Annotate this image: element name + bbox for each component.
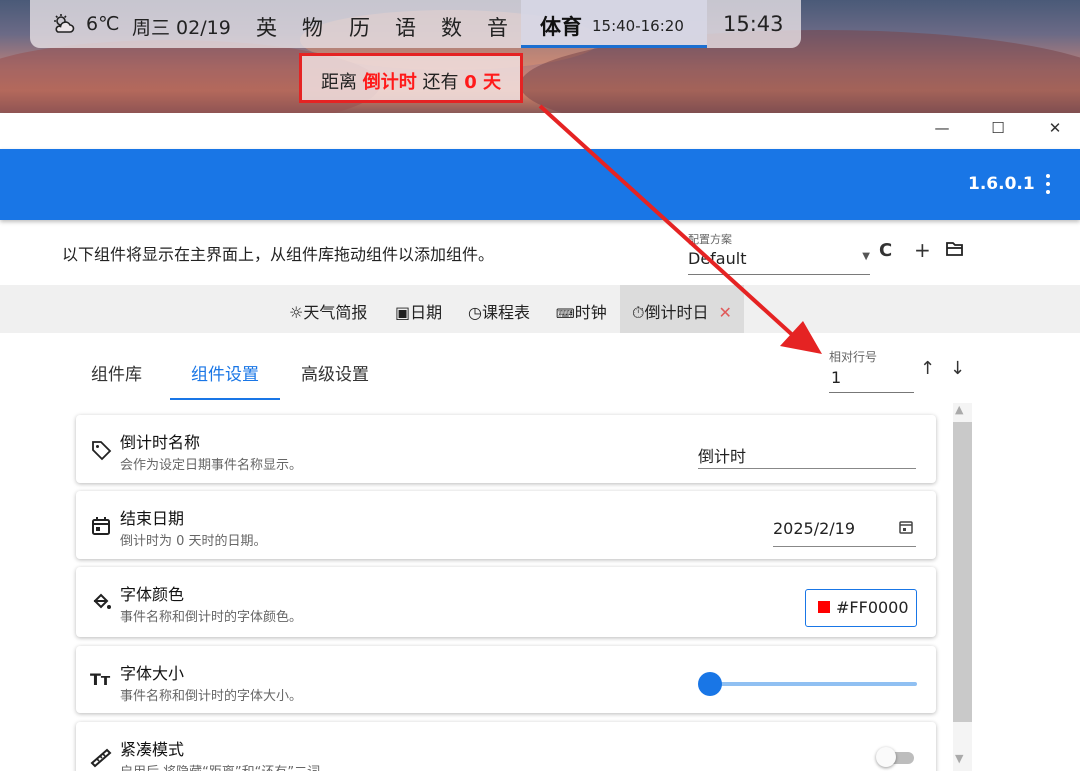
setting-title: 倒计时名称 bbox=[120, 433, 201, 452]
widget-chip-countdown[interactable]: ⏱倒计时日 ✕ bbox=[620, 285, 744, 333]
add-icon[interactable]: + bbox=[914, 238, 931, 262]
chevron-down-icon: ▼ bbox=[862, 251, 870, 262]
widget-chip-label: 课程表 bbox=[481, 303, 530, 322]
countdown-widget: 距离 倒计时 还有 0 天 bbox=[299, 53, 523, 103]
widget-chip-label: 倒计时日 bbox=[644, 303, 709, 322]
folder-icon[interactable] bbox=[946, 241, 964, 257]
calendar-icon[interactable] bbox=[898, 519, 914, 535]
minimize-button[interactable]: — bbox=[927, 119, 957, 143]
compact-mode-toggle[interactable] bbox=[876, 747, 914, 767]
tab-widget-settings[interactable]: 组件设置 bbox=[191, 360, 259, 385]
widget-strip: ☼天气简报 ▣日期 ◷课程表 ⌨时钟 ⏱倒计时日 ✕ bbox=[0, 285, 1080, 333]
setting-desc: 倒计时为 0 天时的日期。 bbox=[120, 534, 267, 549]
countdown-event: 倒计时 bbox=[362, 72, 417, 93]
setting-title: 字体大小 bbox=[120, 664, 185, 683]
countdown-middle: 还有 bbox=[416, 72, 465, 93]
current-class: 体育 15:40-16:20 bbox=[521, 0, 707, 48]
setting-card-font-size: Tт 字体大小 事件名称和倒计时的字体大小。 bbox=[76, 646, 936, 713]
widget-chip-date[interactable]: ▣日期 bbox=[395, 299, 442, 323]
move-down-icon[interactable]: ↓ bbox=[950, 358, 965, 379]
desktop-background: 6℃ 周三 02/19 英 物 历 语 数 音 体育 15:40-16:20 1… bbox=[0, 0, 1080, 113]
tab-widget-library[interactable]: 组件库 bbox=[91, 360, 142, 385]
profile-select[interactable]: 配置方案 Default ▼ bbox=[688, 229, 870, 275]
widget-chip-clock[interactable]: ⌨时钟 bbox=[556, 299, 607, 323]
countdown-prefix: 距离 bbox=[321, 72, 363, 93]
widget-chip-label: 时钟 bbox=[574, 303, 607, 322]
scroll-down-icon[interactable]: ▼ bbox=[955, 752, 963, 765]
color-swatch bbox=[818, 601, 830, 613]
class-progress-bar bbox=[521, 45, 707, 48]
widget-chip-weather[interactable]: ☼天气简报 bbox=[289, 299, 367, 323]
remove-widget-icon[interactable]: ✕ bbox=[719, 303, 732, 322]
keyboard-icon: ⌨ bbox=[556, 307, 575, 322]
sun-icon: ☼ bbox=[289, 303, 304, 322]
relative-row-label: 相对行号 bbox=[829, 350, 878, 364]
profile-value: Default bbox=[688, 249, 747, 268]
maximize-button[interactable]: ☐ bbox=[983, 119, 1013, 143]
ruler-icon bbox=[90, 748, 112, 768]
clock: 15:43 bbox=[723, 12, 784, 36]
class-item: 语 bbox=[395, 16, 416, 40]
color-picker-button[interactable]: #FF0000 bbox=[805, 589, 917, 627]
class-item: 物 bbox=[302, 16, 323, 40]
setting-title: 紧凑模式 bbox=[120, 740, 185, 759]
setting-card-compact-mode: 紧凑模式 启用后,将隐藏“距离”和“还有”二词。 bbox=[76, 722, 936, 771]
font-size-slider[interactable] bbox=[710, 682, 917, 686]
setting-desc: 事件名称和倒计时的字体大小。 bbox=[120, 689, 303, 704]
countdown-suffix: 天 bbox=[476, 72, 501, 93]
widget-chip-label: 天气简报 bbox=[303, 303, 368, 322]
relative-row-field[interactable]: 相对行号 1 bbox=[829, 348, 914, 393]
setting-card-name: 倒计时名称 会作为设定日期事件名称显示。 倒计时 bbox=[76, 415, 936, 483]
timer-icon: ⏱ bbox=[632, 303, 645, 322]
color-value: #FF0000 bbox=[836, 598, 909, 617]
class-item: 历 bbox=[349, 16, 370, 40]
widget-chip-label: 日期 bbox=[410, 303, 443, 322]
temperature: 6℃ bbox=[86, 13, 120, 35]
end-date-picker[interactable]: 2025/2/19 bbox=[773, 515, 916, 547]
date-text: 周三 02/19 bbox=[132, 17, 231, 39]
calendar-icon bbox=[92, 517, 110, 535]
refresh-icon[interactable]: C bbox=[879, 240, 892, 261]
countdown-days: 0 bbox=[464, 72, 477, 93]
class-item: 数 bbox=[441, 16, 462, 40]
profile-label: 配置方案 bbox=[688, 233, 732, 246]
hint-text: 以下组件将显示在主界面上，从组件库拖动组件以添加组件。 bbox=[62, 245, 495, 264]
move-up-icon[interactable]: ↑ bbox=[920, 358, 935, 379]
class-island-bar: 6℃ 周三 02/19 英 物 历 语 数 音 体育 15:40-16:20 1… bbox=[30, 0, 801, 48]
end-date-value: 2025/2/19 bbox=[773, 519, 856, 538]
current-class-name: 体育 bbox=[540, 15, 582, 39]
current-class-time: 15:40-16:20 bbox=[592, 17, 684, 35]
tab-advanced-settings[interactable]: 高级设置 bbox=[301, 360, 369, 385]
close-button[interactable]: ✕ bbox=[1040, 119, 1070, 143]
setting-title: 字体颜色 bbox=[120, 585, 185, 604]
widget-chip-schedule[interactable]: ◷课程表 bbox=[468, 299, 530, 323]
setting-desc: 事件名称和倒计时的字体颜色。 bbox=[120, 610, 303, 625]
window-titlebar: — ☐ ✕ bbox=[0, 113, 1080, 149]
setting-title: 结束日期 bbox=[120, 509, 185, 528]
class-item: 英 bbox=[256, 16, 277, 40]
class-item: 音 bbox=[487, 16, 508, 40]
setting-card-end-date: 结束日期 倒计时为 0 天时的日期。 2025/2/19 bbox=[76, 491, 936, 559]
countdown-name-input[interactable]: 倒计时 bbox=[698, 439, 916, 469]
relative-row-value: 1 bbox=[831, 368, 842, 387]
setting-card-font-color: 字体颜色 事件名称和倒计时的字体颜色。 #FF0000 bbox=[76, 567, 936, 637]
setting-desc: 启用后,将隐藏“距离”和“还有”二词。 bbox=[120, 761, 333, 771]
scrollbar-thumb[interactable] bbox=[953, 422, 972, 722]
version-label: 1.6.0.1 bbox=[968, 174, 1035, 194]
clock-icon: ◷ bbox=[468, 303, 482, 322]
setting-desc: 会作为设定日期事件名称显示。 bbox=[120, 458, 303, 473]
calendar-icon: ▣ bbox=[395, 303, 411, 322]
partly-cloudy-icon bbox=[54, 14, 75, 33]
scroll-up-icon[interactable]: ▲ bbox=[955, 403, 963, 416]
paint-bucket-icon bbox=[93, 593, 111, 609]
tag-icon bbox=[92, 441, 112, 461]
app-bar: 1.6.0.1 bbox=[0, 149, 1080, 220]
font-size-icon: Tт bbox=[90, 670, 111, 689]
font-size-slider-thumb[interactable] bbox=[698, 672, 722, 696]
more-menu-icon[interactable] bbox=[1040, 172, 1056, 196]
active-tab-indicator bbox=[170, 398, 280, 400]
